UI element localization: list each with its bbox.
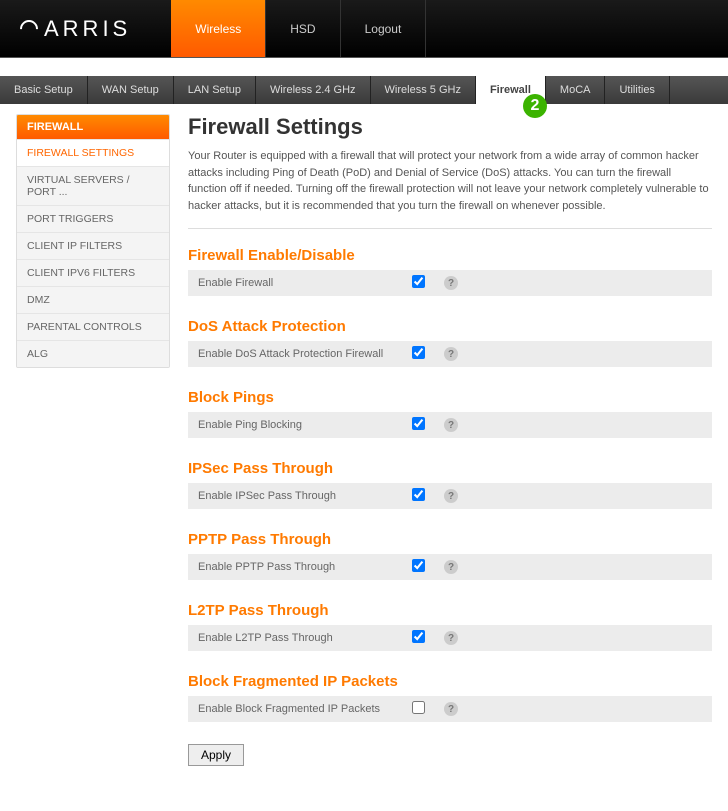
brand-text: ARRIS [44, 16, 131, 42]
arris-arc-icon [16, 16, 41, 41]
apply-button[interactable]: Apply [188, 744, 244, 766]
section-title: Block Pings [188, 389, 712, 406]
tab-moca[interactable]: MoCA [546, 76, 606, 104]
section-title: PPTP Pass Through [188, 531, 712, 548]
section-title: IPSec Pass Through [188, 460, 712, 477]
tab-lan-setup[interactable]: LAN Setup [174, 76, 256, 104]
setting-row: Enable DoS Attack Protection Firewall? [188, 341, 712, 367]
setting-checkbox[interactable] [412, 701, 425, 714]
topnav-hsd[interactable]: HSD [266, 0, 340, 57]
section-title: L2TP Pass Through [188, 602, 712, 619]
help-icon[interactable]: ? [444, 276, 458, 290]
section-title: DoS Attack Protection [188, 318, 712, 335]
setting-label: Enable L2TP Pass Through [198, 632, 398, 644]
setting-checkbox[interactable] [412, 346, 425, 359]
main-content: Firewall Settings Your Router is equippe… [188, 114, 712, 766]
section-5: L2TP Pass Through Enable L2TP Pass Throug… [188, 602, 712, 651]
help-icon[interactable]: ? [444, 418, 458, 432]
setting-row: Enable L2TP Pass Through? [188, 625, 712, 651]
setting-row: Enable PPTP Pass Through? [188, 554, 712, 580]
section-0: Firewall Enable/Disable Enable Firewall? [188, 247, 712, 296]
section-1: DoS Attack Protection Enable DoS Attack P… [188, 318, 712, 367]
section-4: PPTP Pass Through Enable PPTP Pass Throug… [188, 531, 712, 580]
topnav-logout[interactable]: Logout [341, 0, 427, 57]
setting-checkbox[interactable] [412, 417, 425, 430]
topnav-wireless[interactable]: Wireless [171, 0, 266, 57]
tab-basic-setup[interactable]: Basic Setup [0, 76, 88, 104]
sidebar-item-3[interactable]: CLIENT IP FILTERS [17, 232, 169, 259]
sidebar-item-5[interactable]: DMZ [17, 286, 169, 313]
top-nav: WirelessHSDLogout [171, 0, 426, 57]
setting-checkbox[interactable] [412, 275, 425, 288]
setting-label: Enable DoS Attack Protection Firewall [198, 348, 398, 360]
brand-logo: ARRIS [0, 0, 151, 57]
setting-checkbox[interactable] [412, 630, 425, 643]
setting-row: Enable Block Fragmented IP Packets? [188, 696, 712, 722]
section-2: Block Pings Enable Ping Blocking? [188, 389, 712, 438]
setting-label: Enable Block Fragmented IP Packets [198, 703, 398, 715]
sidebar-item-6[interactable]: PARENTAL CONTROLS [17, 313, 169, 340]
setting-label: Enable Ping Blocking [198, 419, 398, 431]
sidebar: FIREWALL FIREWALL SETTINGSVIRTUAL SERVER… [16, 114, 170, 368]
tab-wireless-5-ghz[interactable]: Wireless 5 GHz [371, 76, 476, 104]
tab-wireless-2-4-ghz[interactable]: Wireless 2.4 GHz [256, 76, 371, 104]
tab-wan-setup[interactable]: WAN Setup [88, 76, 174, 104]
setting-checkbox[interactable] [412, 488, 425, 501]
setting-row: Enable Ping Blocking? [188, 412, 712, 438]
section-6: Block Fragmented IP Packets Enable Block … [188, 673, 712, 722]
setting-row: Enable Firewall? [188, 270, 712, 296]
sidebar-item-7[interactable]: ALG [17, 340, 169, 367]
section-title: Block Fragmented IP Packets [188, 673, 712, 690]
setting-checkbox[interactable] [412, 559, 425, 572]
page-title: Firewall Settings [188, 114, 712, 140]
tab-bar: Basic SetupWAN SetupLAN SetupWireless 2.… [0, 76, 728, 104]
sidebar-item-2[interactable]: PORT TRIGGERS [17, 205, 169, 232]
section-3: IPSec Pass Through Enable IPSec Pass Thro… [188, 460, 712, 509]
tab-firewall[interactable]: Firewall2 [476, 76, 546, 104]
setting-label: Enable IPSec Pass Through [198, 490, 398, 502]
top-bar: ARRIS WirelessHSDLogout [0, 0, 728, 58]
section-title: Firewall Enable/Disable [188, 247, 712, 264]
help-icon[interactable]: ? [444, 347, 458, 361]
sidebar-item-4[interactable]: CLIENT IPV6 FILTERS [17, 259, 169, 286]
help-icon[interactable]: ? [444, 560, 458, 574]
setting-row: Enable IPSec Pass Through? [188, 483, 712, 509]
sidebar-item-1[interactable]: VIRTUAL SERVERS / PORT ... [17, 166, 169, 205]
page-description: Your Router is equipped with a firewall … [188, 148, 712, 229]
help-icon[interactable]: ? [444, 489, 458, 503]
step-badge: 2 [523, 94, 547, 118]
help-icon[interactable]: ? [444, 631, 458, 645]
sidebar-heading: FIREWALL [17, 115, 169, 139]
help-icon[interactable]: ? [444, 702, 458, 716]
setting-label: Enable Firewall [198, 277, 398, 289]
tab-utilities[interactable]: Utilities [605, 76, 669, 104]
sidebar-item-0[interactable]: FIREWALL SETTINGS [17, 139, 169, 166]
setting-label: Enable PPTP Pass Through [198, 561, 398, 573]
